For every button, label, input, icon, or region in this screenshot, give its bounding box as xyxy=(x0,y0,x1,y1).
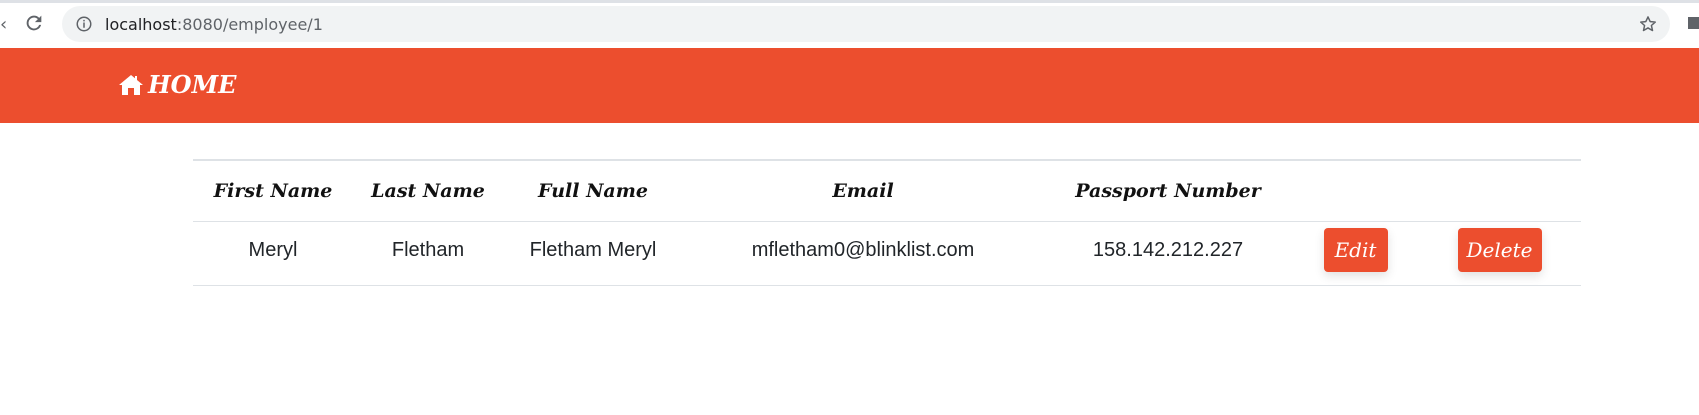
table-row: Meryl Fletham Fletham Meryl mfletham0@bl… xyxy=(193,221,1581,285)
home-link[interactable]: HOME xyxy=(118,70,236,99)
edit-button[interactable]: Edit xyxy=(1323,228,1388,272)
url-path: :8080/employee/1 xyxy=(176,15,323,34)
browser-toolbar: ‹ localhost:8080/employee/1 xyxy=(0,0,1699,48)
cell-first-name: Meryl xyxy=(248,238,298,261)
navbar: HOME xyxy=(0,48,1699,123)
employee-table: First Name Last Name Full Name Email Pas… xyxy=(193,159,1581,286)
site-info-icon[interactable] xyxy=(75,15,93,33)
employee-table-container: First Name Last Name Full Name Email Pas… xyxy=(193,159,1581,286)
url-host: localhost xyxy=(105,15,177,34)
cell-email: mfletham0@blinklist.com xyxy=(751,238,975,261)
extension-icon[interactable] xyxy=(1686,14,1699,32)
column-header-edit xyxy=(1293,160,1418,221)
home-icon xyxy=(119,74,143,95)
bookmark-star-icon[interactable] xyxy=(1638,14,1658,34)
cell-delete: Delete xyxy=(1418,221,1581,285)
cell-edit: Edit xyxy=(1293,221,1418,285)
reload-icon[interactable] xyxy=(23,12,45,34)
column-header-first-name: First Name xyxy=(213,179,333,202)
column-header-delete xyxy=(1418,160,1581,221)
tab-strip-edge xyxy=(0,0,1699,3)
address-bar[interactable]: localhost:8080/employee/1 xyxy=(62,6,1670,42)
cell-full-name: Fletham Meryl xyxy=(529,238,657,261)
column-header-passport-number: Passport Number xyxy=(1075,179,1261,202)
cell-passport-number: 158.142.212.227 xyxy=(1092,238,1244,261)
column-header-email: Email xyxy=(832,179,894,202)
delete-button[interactable]: Delete xyxy=(1457,228,1542,272)
column-header-last-name: Last Name xyxy=(371,179,485,202)
column-header-full-name: Full Name xyxy=(538,179,648,202)
back-arrow-icon[interactable]: ‹ xyxy=(0,14,7,35)
cell-last-name: Fletham xyxy=(391,238,465,261)
home-label: HOME xyxy=(148,70,237,99)
table-header-row: First Name Last Name Full Name Email Pas… xyxy=(193,160,1581,221)
url-text[interactable]: localhost:8080/employee/1 xyxy=(105,15,323,34)
